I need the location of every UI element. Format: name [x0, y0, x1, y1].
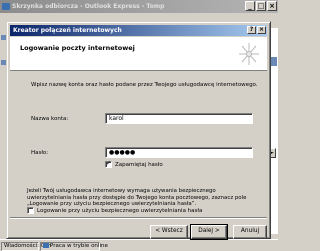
status-online: Praca w trybie online	[40, 242, 108, 251]
outlook-window-title: Skrzynka odbiorcza - Outlook Express - T…	[12, 3, 165, 10]
help-button[interactable]: ?	[247, 26, 256, 34]
online-icon	[43, 243, 49, 248]
intro-text: Wpisz nazwę konta oraz hasło podane prze…	[31, 82, 258, 88]
wizard-header: Logowanie poczty internetowej	[10, 37, 267, 71]
next-button[interactable]: Dalej >	[190, 224, 228, 240]
remember-password-checkbox[interactable]: ✓	[105, 161, 112, 168]
password-field[interactable]: ●●●●●	[105, 147, 253, 158]
cancel-button[interactable]: Anuluj	[233, 225, 267, 239]
remember-password-label[interactable]: Zapamiętaj hasło	[115, 162, 163, 168]
wizard-sparkle-icon	[239, 43, 259, 65]
connection-wizard-dialog: Kreator połączeń internetowych ? × Logow…	[6, 21, 271, 240]
outlook-express-icon	[2, 3, 10, 10]
back-button[interactable]: < Wstecz	[150, 225, 188, 239]
dialog-title-bar: Kreator połączeń internetowych ? ×	[10, 25, 267, 36]
wizard-header-title: Logowanie poczty internetowej	[20, 44, 135, 52]
minimize-button[interactable]: _	[245, 1, 255, 11]
outlook-window-controls: _ □ ×	[245, 1, 277, 11]
dialog-close-button[interactable]: ×	[257, 26, 266, 34]
status-online-text: Praca w trybie online	[50, 243, 108, 249]
password-label: Hasło:	[31, 150, 49, 156]
close-button[interactable]: ×	[267, 1, 277, 11]
status-bar: Wiadomości: 0, n Praca w trybie online	[0, 239, 278, 251]
account-name-field[interactable]: karol	[105, 113, 253, 124]
dialog-title: Kreator połączeń internetowych	[13, 27, 122, 34]
button-separator	[10, 217, 267, 219]
outlook-title-bar: Skrzynka odbiorcza - Outlook Express - T…	[0, 0, 278, 13]
spa-info-text: Jeżeli Twój usługodawca internetowy wyma…	[27, 188, 247, 208]
spa-login-label[interactable]: Logowanie przy użyciu bezpiecznego uwier…	[37, 208, 202, 214]
account-name-label: Nazwa konta:	[31, 116, 69, 122]
maximize-button[interactable]: □	[256, 1, 266, 11]
status-message-count: Wiadomości: 0, n	[1, 242, 51, 251]
spa-login-checkbox[interactable]	[27, 207, 34, 214]
